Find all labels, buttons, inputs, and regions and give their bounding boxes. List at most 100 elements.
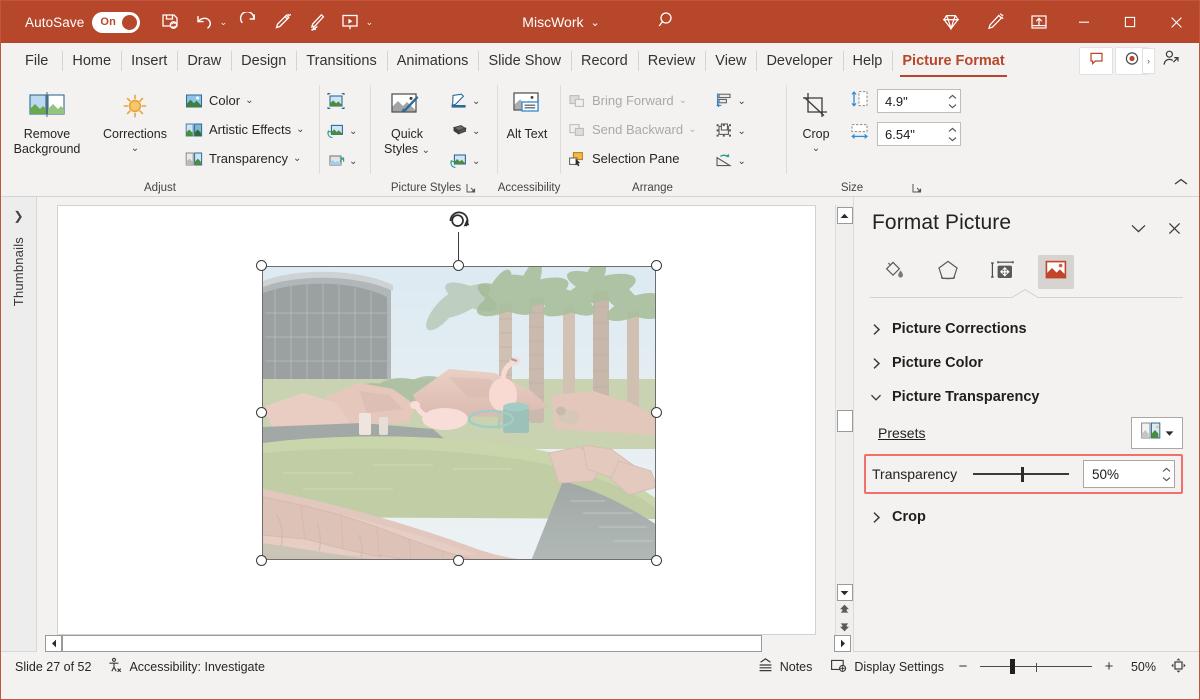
shape-width-field[interactable]: 6.54": [845, 120, 961, 148]
accessibility-status[interactable]: Accessibility: Investigate: [99, 657, 272, 676]
transparency-presets-button[interactable]: [1131, 417, 1183, 449]
crop-chevron-down-icon[interactable]: ⌄: [812, 142, 820, 157]
previous-slide-icon[interactable]: [837, 601, 853, 618]
slide-vertical-scrollbar[interactable]: [835, 205, 853, 635]
section-picture-corrections[interactable]: Picture Corrections: [870, 312, 1183, 346]
group-button[interactable]: ⌄: [708, 116, 751, 146]
chevron-right-icon[interactable]: [870, 511, 882, 524]
align-chevron-down-icon[interactable]: ⌄: [737, 96, 745, 107]
transparency-chevron-down-icon[interactable]: ⌄: [293, 153, 301, 164]
comments-button[interactable]: [1079, 47, 1113, 75]
zoom-slider[interactable]: [980, 658, 1092, 676]
transparency-slider[interactable]: [967, 464, 1075, 484]
tab-picture-format[interactable]: Picture Format: [892, 43, 1014, 79]
ink-pen-icon[interactable]: [266, 7, 298, 37]
picture-layout-button[interactable]: ⌄: [443, 146, 486, 176]
close-pane-close-icon[interactable]: [1161, 215, 1187, 241]
tab-review[interactable]: Review: [638, 43, 706, 79]
document-title-button[interactable]: MiscWork ⌄: [522, 14, 599, 30]
selection-handle-top-center[interactable]: [453, 260, 464, 271]
fill-and-line-tab[interactable]: [876, 255, 912, 289]
presets-dropdown-caret-icon[interactable]: [1165, 424, 1174, 442]
pane-options-chevron-down-icon[interactable]: [1125, 215, 1151, 241]
shape-width-input[interactable]: 6.54": [877, 122, 961, 146]
send-backward-button[interactable]: Send Backward ⌄: [561, 115, 702, 144]
picture-effects-chevron-down-icon[interactable]: ⌄: [472, 126, 480, 137]
scroll-down-icon[interactable]: [837, 584, 853, 601]
size-dialog-launcher-icon[interactable]: [911, 182, 923, 194]
ribbon-display-options-icon[interactable]: [1017, 1, 1061, 43]
search-icon[interactable]: [656, 9, 678, 36]
record-button[interactable]: ›: [1115, 47, 1149, 75]
selection-handle-bottom-left[interactable]: [256, 555, 267, 566]
notes-button[interactable]: Notes: [749, 658, 821, 676]
selection-handle-bottom-right[interactable]: [651, 555, 662, 566]
ink-highlighter-icon[interactable]: [300, 7, 332, 37]
tab-developer[interactable]: Developer: [756, 43, 842, 79]
transparency-spinners[interactable]: [1162, 461, 1171, 487]
save-icon[interactable]: [154, 7, 186, 37]
document-title-chevron-down-icon[interactable]: ⌄: [590, 16, 599, 29]
scroll-right-icon[interactable]: [834, 635, 851, 652]
tab-animations[interactable]: Animations: [387, 43, 479, 79]
diamond-icon[interactable]: [929, 1, 973, 43]
tab-view[interactable]: View: [705, 43, 756, 79]
tab-slide-show[interactable]: Slide Show: [478, 43, 571, 79]
fit-to-window-button[interactable]: [1162, 657, 1189, 677]
transparency-value-input[interactable]: 50%: [1083, 460, 1175, 488]
zoom-level[interactable]: 50%: [1120, 660, 1160, 674]
next-slide-icon[interactable]: [837, 618, 853, 635]
selected-picture-container[interactable]: [262, 266, 656, 560]
corrections-chevron-down-icon[interactable]: ⌄: [131, 142, 139, 157]
section-picture-color[interactable]: Picture Color: [870, 346, 1183, 380]
selection-handle-bottom-center[interactable]: [453, 555, 464, 566]
thumbnails-pane-collapsed[interactable]: ❯ Thumbnails: [1, 197, 37, 651]
shape-height-field[interactable]: 4.9": [845, 87, 961, 115]
transparency-button[interactable]: Transparency ⌄: [178, 144, 311, 173]
selection-handle-middle-left[interactable]: [256, 407, 267, 418]
send-backward-chevron-down-icon[interactable]: ⌄: [688, 124, 696, 135]
corrections-button[interactable]: Corrections ⌄: [94, 84, 176, 156]
scroll-left-icon[interactable]: [45, 635, 62, 652]
effects-tab[interactable]: [930, 255, 966, 289]
crop-button[interactable]: Crop ⌄: [787, 84, 845, 156]
change-picture-icon[interactable]: ⌄: [320, 116, 363, 146]
section-picture-transparency[interactable]: Picture Transparency: [870, 380, 1183, 414]
picture-border-button[interactable]: ⌄: [443, 86, 486, 116]
undo-dropdown-chevron-down-icon[interactable]: ⌄: [216, 17, 230, 28]
picture-layout-chevron-down-icon[interactable]: ⌄: [472, 156, 480, 167]
vertical-scroll-thumb[interactable]: [837, 410, 853, 432]
picture-border-chevron-down-icon[interactable]: ⌄: [472, 96, 480, 107]
compress-picture-chevron-down-icon[interactable]: ⌄: [349, 156, 357, 167]
bring-forward-chevron-down-icon[interactable]: ⌄: [679, 95, 687, 106]
chevron-right-icon[interactable]: ❯: [13, 209, 23, 223]
color-chevron-down-icon[interactable]: ⌄: [245, 95, 253, 106]
rotate-button[interactable]: ⌄: [708, 146, 751, 176]
collapse-ribbon-chevron-up-icon[interactable]: [1173, 174, 1189, 192]
rotate-handle[interactable]: [446, 208, 472, 234]
alt-text-button[interactable]: Alt Text: [498, 84, 556, 142]
display-settings-button[interactable]: Display Settings: [822, 658, 952, 676]
designer-pen-icon[interactable]: [973, 1, 1017, 43]
selection-handle-top-left[interactable]: [256, 260, 267, 271]
shape-height-spinners[interactable]: [948, 90, 957, 112]
autosave-toggle[interactable]: On: [92, 12, 140, 33]
size-and-properties-tab[interactable]: [984, 255, 1020, 289]
tab-file[interactable]: File: [15, 43, 62, 79]
selection-pane-button[interactable]: Selection Pane: [561, 144, 702, 173]
slide-counter[interactable]: Slide 27 of 52: [15, 660, 99, 674]
zoom-out-button[interactable]: −: [954, 658, 972, 675]
group-chevron-down-icon[interactable]: ⌄: [737, 126, 745, 137]
bring-forward-button[interactable]: Bring Forward ⌄: [561, 86, 702, 115]
tab-draw[interactable]: Draw: [177, 43, 231, 79]
shape-height-input[interactable]: 4.9": [877, 89, 961, 113]
zoom-slider-knob[interactable]: [1010, 659, 1015, 674]
quick-styles-button[interactable]: Quick Styles ⌄: [371, 84, 443, 158]
chevron-right-icon[interactable]: [870, 323, 882, 336]
section-crop[interactable]: Crop: [870, 500, 1183, 534]
slide-horizontal-scrollbar[interactable]: [37, 635, 853, 654]
horizontal-scroll-track[interactable]: [62, 635, 834, 652]
tab-help[interactable]: Help: [843, 43, 893, 79]
minimize-icon[interactable]: [1061, 1, 1107, 43]
horizontal-scroll-thumb[interactable]: [62, 635, 762, 652]
